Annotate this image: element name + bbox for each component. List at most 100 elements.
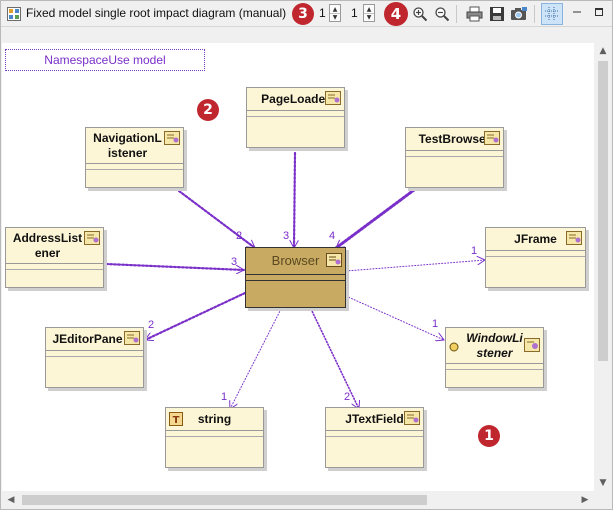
caret-down-icon[interactable]: ▼ <box>330 13 340 21</box>
edge-label: 2 <box>344 391 350 403</box>
edge-label: 1 <box>432 318 438 330</box>
edge-label: 2 <box>148 319 154 331</box>
edge-pageloader-browser <box>294 151 295 250</box>
zoom-in-icon <box>413 7 428 22</box>
horizontal-scroll-thumb[interactable] <box>22 495 427 505</box>
diagram-canvas[interactable]: 2 3 4 3 1 2 1 1 2 NamespaceUse model 2 1… <box>2 43 594 491</box>
scroll-up-icon[interactable]: ▲ <box>595 43 611 59</box>
horizontal-scrollbar[interactable]: ◀ ▶ <box>2 491 594 508</box>
edge-browser-jtextfield <box>310 308 359 409</box>
class-name: PageLoader <box>261 92 330 106</box>
class-icon <box>164 131 180 145</box>
class-divider <box>486 251 585 257</box>
class-divider <box>246 275 345 281</box>
class-box-navigationlistener[interactable]: NavigationListener <box>85 127 184 188</box>
zoom-out-button[interactable] <box>432 4 452 24</box>
class-name: TestBrowser <box>418 132 491 146</box>
edge-label: 2 <box>236 230 242 242</box>
class-divider <box>406 151 503 157</box>
save-button[interactable] <box>487 4 507 24</box>
maximize-icon <box>595 8 603 16</box>
depth-value: 1 <box>319 6 326 20</box>
callout-badge-1: 1 <box>478 425 500 447</box>
class-name: JTextField <box>345 412 404 426</box>
edge-label: 3 <box>283 230 289 242</box>
camera-icon <box>511 7 527 20</box>
namespace-label: NamespaceUse model <box>5 49 205 71</box>
class-icon <box>484 131 500 145</box>
class-box-browser-root[interactable]: Browser <box>245 247 346 308</box>
caret-up-icon[interactable]: ▲ <box>330 5 340 13</box>
class-box-jeditorpane[interactable]: JEditorPane <box>45 327 144 388</box>
scroll-right-icon[interactable]: ▶ <box>577 492 593 508</box>
class-name: JFrame <box>514 232 557 246</box>
class-box-pageloader[interactable]: PageLoader <box>246 87 345 148</box>
edge-label: 1 <box>471 245 477 257</box>
class-icon <box>124 331 140 345</box>
print-button[interactable] <box>464 4 484 24</box>
class-divider <box>6 264 103 270</box>
caret-up-icon[interactable]: ▲ <box>364 5 374 13</box>
class-name: JEditorPane <box>52 332 123 346</box>
class-icon <box>566 231 582 245</box>
class-name: AddressListener <box>12 230 83 260</box>
class-box-windowlistener[interactable]: WindowListener <box>445 327 544 388</box>
toolbar: Fixed model single root impact diagram (… <box>1 1 612 27</box>
class-name: NavigationListener <box>93 130 162 160</box>
callout-badge-4: 4 <box>384 2 408 26</box>
class-icon <box>404 411 420 425</box>
print-icon <box>466 6 482 22</box>
class-icon <box>84 231 100 245</box>
class-box-testbrowser[interactable]: TestBrowser <box>405 127 504 188</box>
class-icon <box>326 253 342 267</box>
minimize-button[interactable] <box>567 2 587 22</box>
grid-toggle-button[interactable] <box>541 3 563 25</box>
class-divider <box>86 164 183 170</box>
class-divider <box>166 431 263 437</box>
minimize-icon <box>573 11 581 13</box>
edge-browser-string <box>230 308 282 409</box>
depth-stepper[interactable]: ▲ ▼ <box>329 4 341 22</box>
grid-icon <box>545 7 559 21</box>
type-icon: T <box>169 412 183 426</box>
class-box-addresslistener[interactable]: AddressListener <box>5 227 104 288</box>
zoom-in-button[interactable] <box>410 4 430 24</box>
diagram-app-icon <box>7 7 21 21</box>
zoom-out-icon <box>435 7 450 22</box>
scroll-left-icon[interactable]: ◀ <box>3 492 19 508</box>
class-divider <box>247 111 344 117</box>
edge-addresslistener-browser <box>104 262 246 270</box>
edge-browser-jframe <box>345 260 485 272</box>
toolbar-separator <box>456 5 457 23</box>
width-stepper[interactable]: ▲ ▼ <box>363 4 375 22</box>
edge-navigationlistener-browser <box>177 189 257 250</box>
callout-badge-3: 3 <box>292 3 314 25</box>
vertical-scrollbar[interactable]: ▲ ▼ <box>594 43 612 491</box>
edge-label: 1 <box>221 391 227 403</box>
svg-text:T: T <box>173 415 180 426</box>
caret-down-icon[interactable]: ▼ <box>364 13 374 21</box>
class-divider <box>46 351 143 357</box>
edge-browser-jeditorpane <box>143 291 247 340</box>
class-box-jtextfield[interactable]: JTextField <box>325 407 424 468</box>
class-divider <box>446 364 543 370</box>
vertical-scroll-thumb[interactable] <box>598 61 608 361</box>
class-box-jframe[interactable]: JFrame <box>485 227 586 288</box>
edge-browser-windowlistener <box>345 295 444 340</box>
class-name: Browser <box>271 253 320 268</box>
class-icon <box>524 338 540 352</box>
impact-diagram-window: Fixed model single root impact diagram (… <box>0 0 613 510</box>
class-box-string[interactable]: T string <box>165 407 264 468</box>
edge-label: 4 <box>329 230 335 242</box>
maximize-button[interactable] <box>589 2 609 22</box>
scroll-down-icon[interactable]: ▼ <box>595 475 611 491</box>
scrollbar-corner <box>594 491 612 508</box>
export-image-button[interactable] <box>509 4 529 24</box>
interface-icon <box>449 342 459 352</box>
edge-label: 3 <box>231 256 237 268</box>
callout-badge-2: 2 <box>197 99 219 121</box>
class-divider <box>326 431 423 437</box>
class-icon <box>325 91 341 105</box>
width-value: 1 <box>351 6 358 20</box>
edge-testbrowser-browser <box>334 188 416 250</box>
